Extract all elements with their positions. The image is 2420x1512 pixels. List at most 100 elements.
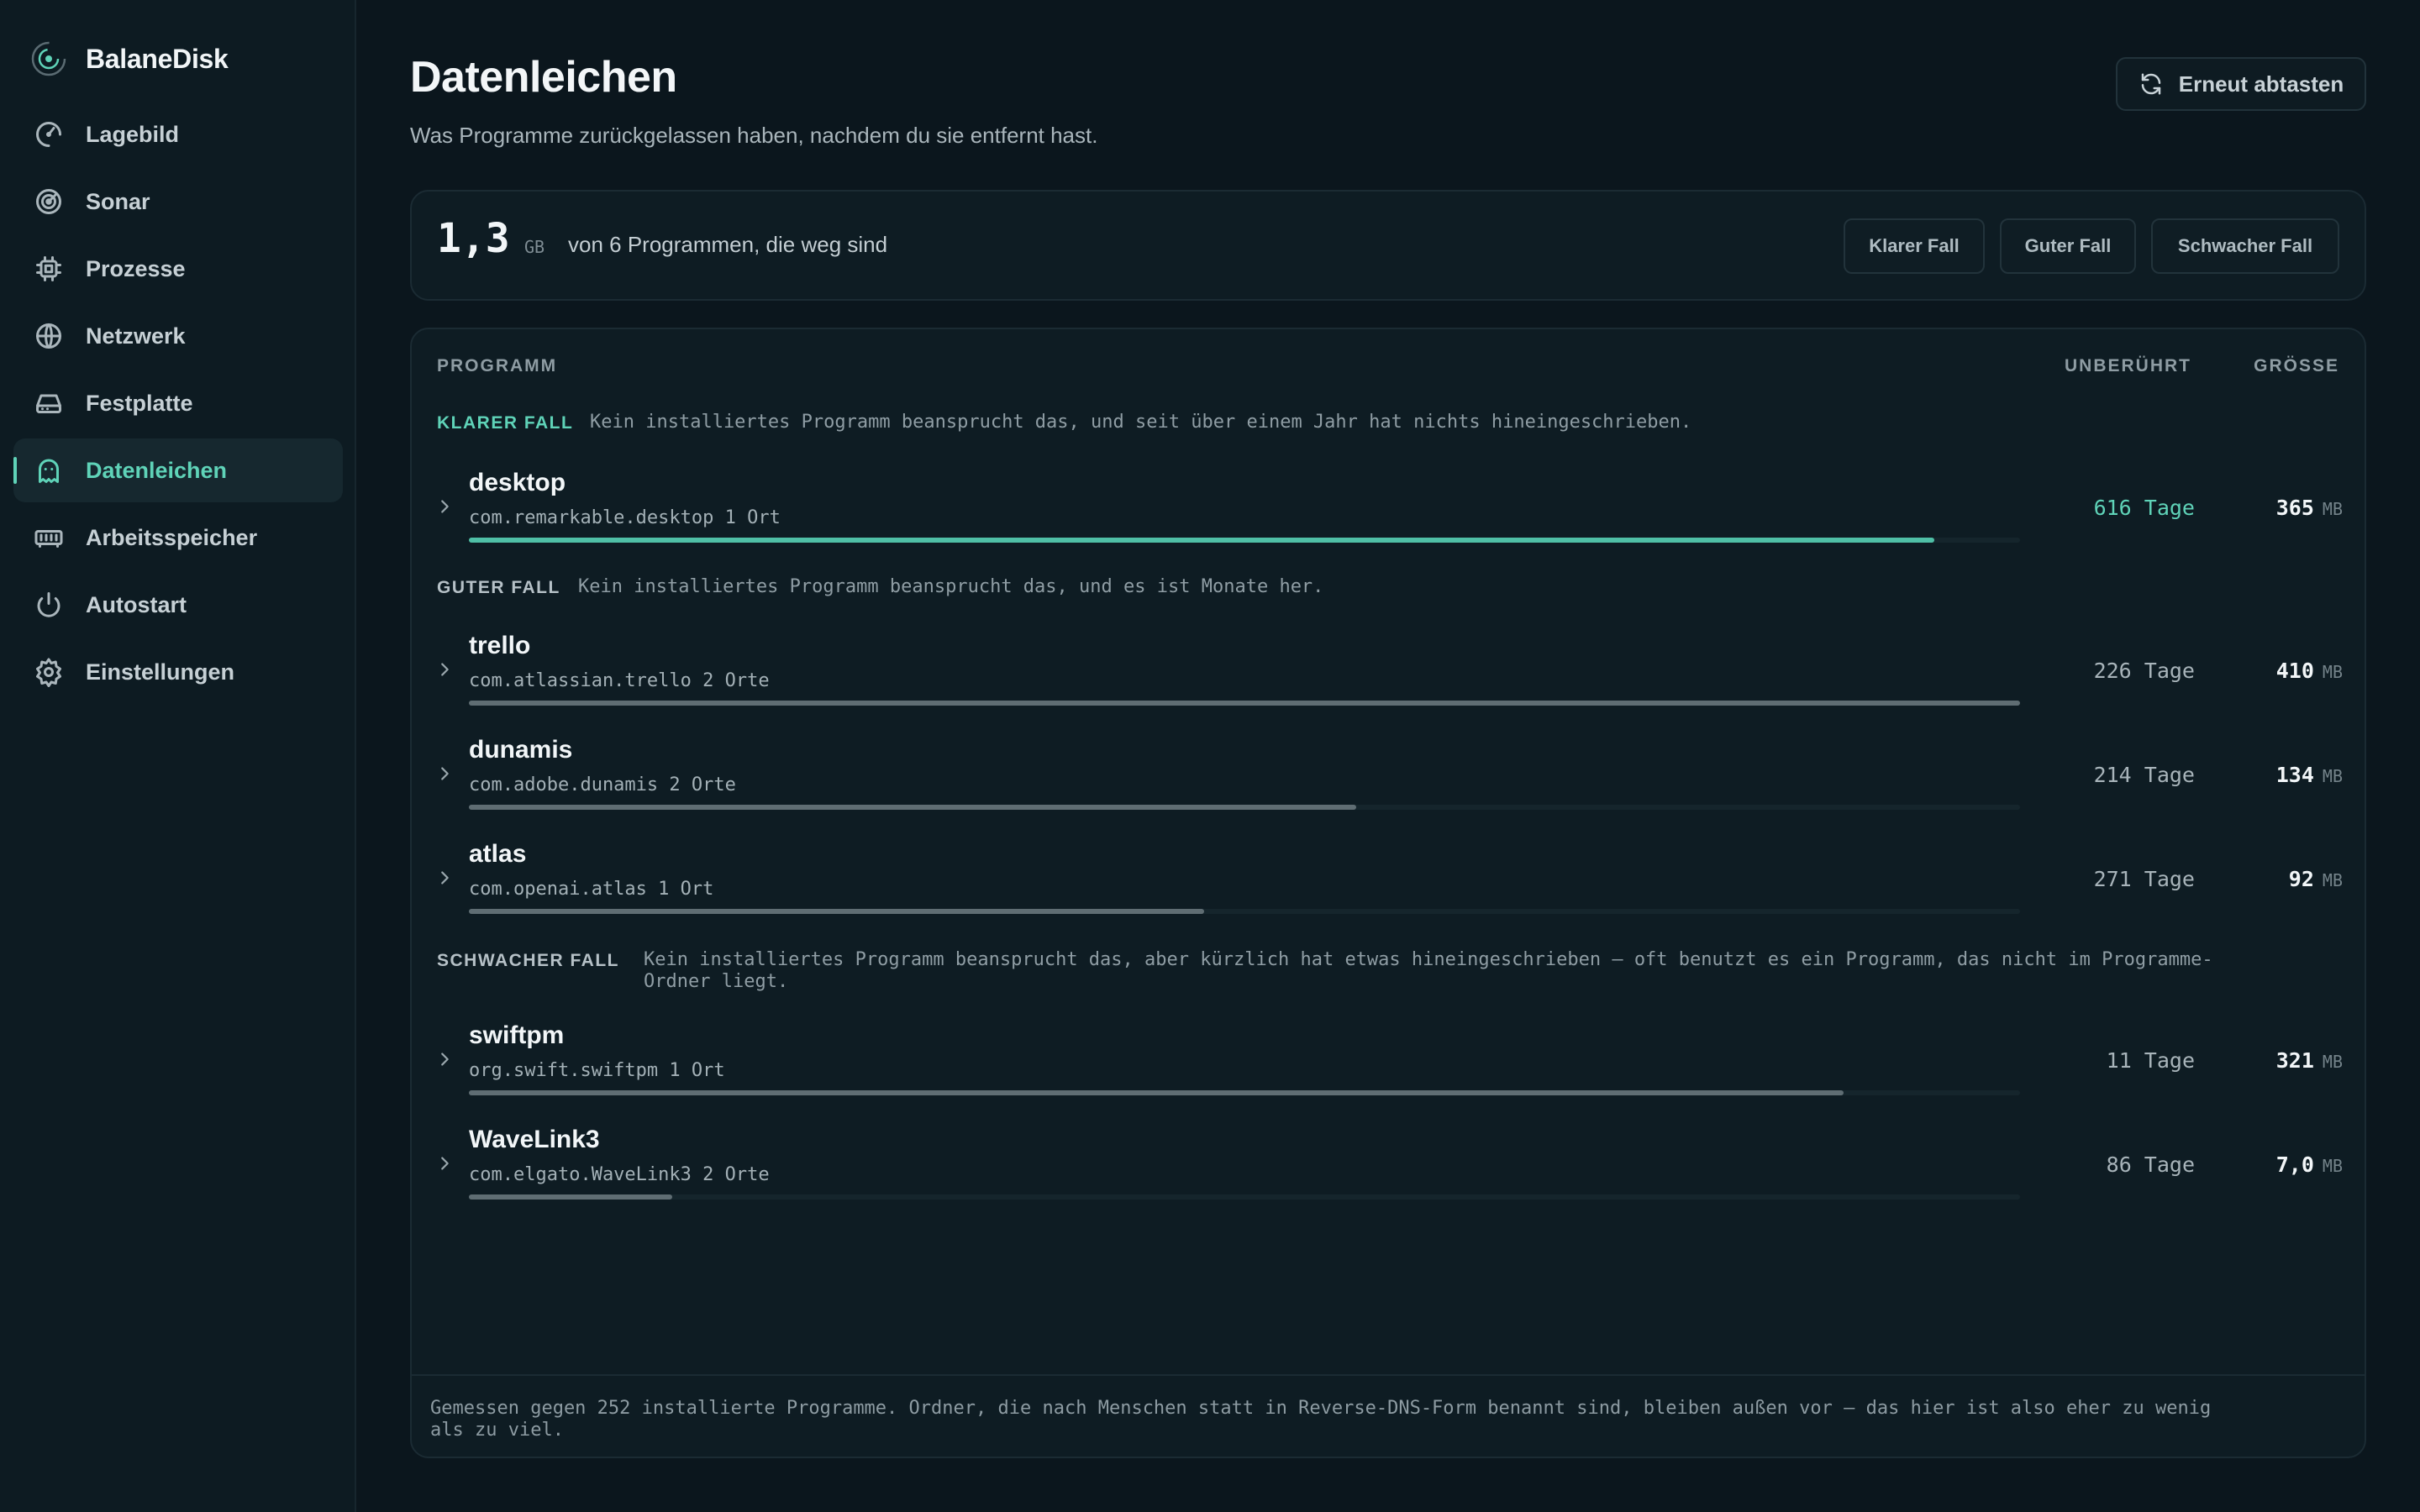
filter-group: Klarer Fall Guter Fall Schwacher Fall (1828, 218, 2339, 274)
power-icon (34, 590, 64, 620)
program-size: 92 MB (2288, 867, 2343, 891)
ghost-icon (34, 455, 64, 486)
sidebar-item-datenleichen[interactable]: Datenleichen (13, 438, 343, 502)
sidebar-item-arbeitsspeicher[interactable]: Arbeitsspeicher (13, 506, 343, 570)
sidebar-item-label: Autostart (86, 591, 187, 617)
sidebar-item-label: Lagebild (86, 121, 180, 147)
program-size: 365 MB (2275, 496, 2343, 520)
group-description: Kein installiertes Programm beansprucht … (578, 576, 1324, 597)
chevron-right-icon[interactable] (435, 660, 454, 679)
size-bar (469, 805, 2020, 810)
chevron-right-icon[interactable] (435, 497, 454, 516)
size-bar-fill (469, 805, 1356, 810)
size-bar (469, 909, 2020, 914)
untouched-days: 214 Tage (2093, 763, 2195, 787)
program-id: com.elgato.WaveLink3 2 Orte (469, 1164, 770, 1185)
chevron-right-icon[interactable] (435, 764, 454, 783)
sidebar-item-netzwerk[interactable]: Netzwerk (13, 304, 343, 368)
group-label-schwacher-fall: SCHWACHER FALL (437, 951, 619, 970)
size-bar-fill (469, 1090, 1844, 1095)
filter-klarer-fall[interactable]: Klarer Fall (1844, 218, 1985, 274)
sidebar-item-autostart[interactable]: Autostart (13, 573, 343, 637)
rescan-label: Erneut abtasten (2178, 71, 2344, 97)
gear-icon (34, 657, 64, 687)
program-name: WaveLink3 (469, 1126, 600, 1153)
gauge-icon (34, 119, 64, 150)
sidebar-item-label: Prozesse (86, 255, 186, 281)
group-label-guter-fall: GUTER FALL (437, 578, 560, 597)
sidebar-item-sonar[interactable]: Sonar (13, 170, 343, 234)
size-bar (469, 701, 2020, 706)
size-bar (469, 1090, 2020, 1095)
program-id: com.openai.atlas 1 Ort (469, 879, 714, 900)
size-bar-fill (469, 538, 1935, 543)
program-name: dunamis (469, 736, 573, 764)
sidebar-item-prozesse[interactable]: Prozesse (13, 237, 343, 301)
program-size: 410 MB (2275, 659, 2343, 683)
program-size: 134 MB (2275, 763, 2343, 787)
group-description: Kein installiertes Programm beansprucht … (644, 949, 2213, 992)
untouched-days: 226 Tage (2093, 659, 2195, 683)
program-name: atlas (469, 840, 527, 868)
sidebar: BalaneDisk Lagebild Sonar Prozesse Netzw… (0, 0, 356, 1512)
size-bar (469, 1194, 2020, 1200)
chevron-right-icon[interactable] (435, 869, 454, 887)
rescan-button[interactable]: Erneut abtasten (2116, 57, 2366, 111)
radar-icon (34, 186, 64, 217)
total-unit: GB (524, 237, 545, 257)
chevron-right-icon[interactable] (435, 1154, 454, 1173)
brand: BalaneDisk (30, 37, 229, 81)
page-title: Datenleichen (410, 53, 677, 102)
program-id: com.atlassian.trello 2 Orte (469, 670, 770, 691)
total-size: 1,3 (437, 215, 510, 262)
size-bar-fill (469, 701, 2020, 706)
sidebar-item-label: Datenleichen (86, 457, 228, 483)
table-row[interactable]: dunamis com.adobe.dunamis 2 Orte 214 Tag… (412, 727, 2365, 811)
memory-icon (34, 522, 64, 553)
group-label-klarer-fall: KLARER FALL (437, 413, 574, 433)
sidebar-item-label: Festplatte (86, 390, 193, 416)
hard-drive-icon (34, 388, 64, 418)
table-row[interactable]: WaveLink3 com.elgato.WaveLink3 2 Orte 86… (412, 1117, 2365, 1201)
logo-icon (31, 41, 66, 76)
sidebar-item-label: Sonar (86, 188, 150, 214)
sidebar-item-lagebild[interactable]: Lagebild (13, 102, 343, 166)
cpu-icon (34, 254, 64, 284)
program-name: trello (469, 632, 531, 659)
filter-schwacher-fall[interactable]: Schwacher Fall (2151, 218, 2339, 274)
column-header-untouched: UNBERÜHRT (2065, 356, 2191, 375)
program-name: desktop (469, 469, 566, 496)
program-id: org.swift.swiftpm 1 Ort (469, 1060, 725, 1081)
filter-guter-fall[interactable]: Guter Fall (2000, 218, 2136, 274)
leftover-table: PROGRAMM UNBERÜHRT GRÖSSE KLARER FALL Ke… (410, 328, 2366, 1458)
program-id: com.adobe.dunamis 2 Orte (469, 774, 736, 795)
table-row[interactable]: atlas com.openai.atlas 1 Ort 271 Tage 92… (412, 832, 2365, 916)
sidebar-item-festplatte[interactable]: Festplatte (13, 371, 343, 435)
summary-card: 1,3 GB von 6 Programmen, die weg sind Kl… (410, 190, 2366, 301)
sidebar-nav: Lagebild Sonar Prozesse Netzwerk Festpla… (13, 102, 343, 707)
program-id: com.remarkable.desktop 1 Ort (469, 507, 781, 528)
chevron-right-icon[interactable] (435, 1050, 454, 1068)
size-bar-fill (469, 909, 1204, 914)
program-name: swiftpm (469, 1021, 565, 1049)
refresh-icon (2141, 73, 2160, 95)
program-size: 321 MB (2275, 1048, 2343, 1073)
table-row[interactable]: trello com.atlassian.trello 2 Orte 226 T… (412, 623, 2365, 707)
globe-icon (34, 321, 64, 351)
size-bar-fill (469, 1194, 672, 1200)
table-row[interactable]: swiftpm org.swift.swiftpm 1 Ort 11 Tage … (412, 1013, 2365, 1097)
sidebar-item-label: Einstellungen (86, 659, 235, 685)
sidebar-item-label: Netzwerk (86, 323, 186, 349)
table-footer-note: Gemessen gegen 252 installierte Programm… (412, 1374, 2365, 1457)
size-bar (469, 538, 2020, 543)
summary-description: von 6 Programmen, die weg sind (568, 232, 888, 257)
untouched-days: 11 Tage (2106, 1048, 2195, 1073)
table-row[interactable]: desktop com.remarkable.desktop 1 Ort 616… (412, 460, 2365, 544)
column-header-size: GRÖSSE (2254, 356, 2339, 375)
app-name: BalaneDisk (86, 43, 229, 74)
untouched-days: 616 Tage (2093, 496, 2195, 520)
untouched-days: 86 Tage (2106, 1152, 2195, 1177)
column-header-program: PROGRAMM (437, 356, 558, 375)
page-subtitle: Was Programme zurückgelassen haben, nach… (410, 123, 1098, 148)
sidebar-item-einstellungen[interactable]: Einstellungen (13, 640, 343, 704)
